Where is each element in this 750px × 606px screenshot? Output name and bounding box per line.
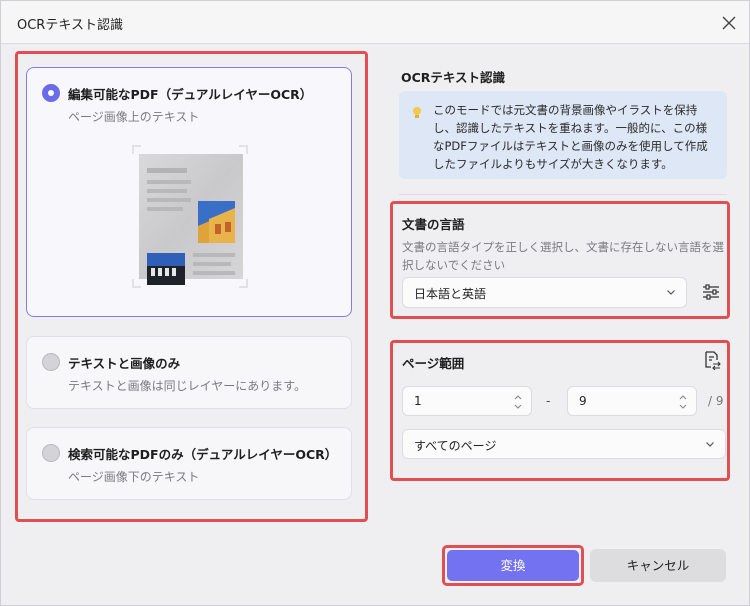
page-total: / 9 [708,394,724,408]
page-to-input[interactable]: 9 [567,386,697,416]
page-from-value: 1 [414,394,422,408]
option-searchable-pdf[interactable]: 検索可能なPDFのみ（デュアルレイヤーOCR） ページ画像下のテキスト [26,427,352,500]
document-preview-icon [132,145,248,288]
chevron-down-icon [706,442,714,447]
document-language-section: 文書の言語 文書の言語タイプを正しく選択し、文書に存在しない言語を選択しないでく… [390,201,730,319]
option-subtitle: ページ画像下のテキスト [68,470,200,484]
language-description: 文書の言語タイプを正しく選択し、文書に存在しない言語を選択しないでください [402,240,724,272]
cancel-button[interactable]: キャンセル [590,549,726,582]
option-title: 編集可能なPDF（デュアルレイヤーOCR） [68,87,313,102]
option-title: テキストと画像のみ [68,356,181,371]
radio-editable-pdf[interactable] [42,84,60,102]
page-from-input[interactable]: 1 [402,386,532,416]
close-button[interactable] [719,13,739,33]
page-range-selected-value: すべてのページ [414,439,497,453]
option-text-and-images[interactable]: テキストと画像のみ テキストと画像は同じレイヤーにあります。 [26,336,352,409]
convert-button[interactable]: 変換 [447,550,579,581]
page-range-section: ページ範囲 1 - 9 / 9 すべてのページ [390,340,730,481]
option-title: 検索可能なPDFのみ（デュアルレイヤーOCR） [68,447,338,462]
page-range-select[interactable]: すべてのページ [402,429,726,459]
page-swap-icon[interactable] [703,350,721,370]
language-select[interactable]: 日本語と英語 [402,277,687,308]
ocr-dialog: OCRテキスト認識 編集可能なPDF（デュアルレイヤーOCR） ページ画像上のテ… [0,0,750,606]
title-divider [1,43,749,44]
language-settings-icon[interactable] [701,282,721,302]
page-to-value: 9 [579,394,587,408]
page-range-title: ページ範囲 [402,356,465,371]
chevron-down-icon [667,290,675,295]
convert-button-highlight: 変換 [442,545,584,586]
option-subtitle: テキストと画像は同じレイヤーにあります。 [68,379,307,393]
title-bar: OCRテキスト認識 [1,1,749,43]
section-divider [399,194,727,195]
dialog-title: OCRテキスト認識 [17,18,123,33]
mode-heading: OCRテキスト認識 [401,70,506,85]
option-subtitle: ページ画像上のテキスト [68,110,200,124]
stepper-icon[interactable] [678,391,688,413]
language-selected-value: 日本語と英語 [414,287,487,301]
output-mode-panel: 編集可能なPDF（デュアルレイヤーOCR） ページ画像上のテキスト テキストと画… [15,51,368,522]
stepper-icon[interactable] [513,391,523,413]
close-icon [722,16,736,30]
language-title: 文書の言語 [402,217,465,232]
option-editable-pdf[interactable]: 編集可能なPDF（デュアルレイヤーOCR） ページ画像上のテキスト [26,67,352,317]
range-separator: - [546,394,551,408]
radio-searchable-pdf[interactable] [42,444,60,462]
lightbulb-icon [413,107,421,118]
mode-info-text: このモードでは元文書の背景画像やイラストを保持し、認識したテキストを重ねます。一… [433,103,708,171]
mode-info-box: このモードでは元文書の背景画像やイラストを保持し、認識したテキストを重ねます。一… [399,91,727,179]
radio-text-and-images[interactable] [42,353,60,371]
